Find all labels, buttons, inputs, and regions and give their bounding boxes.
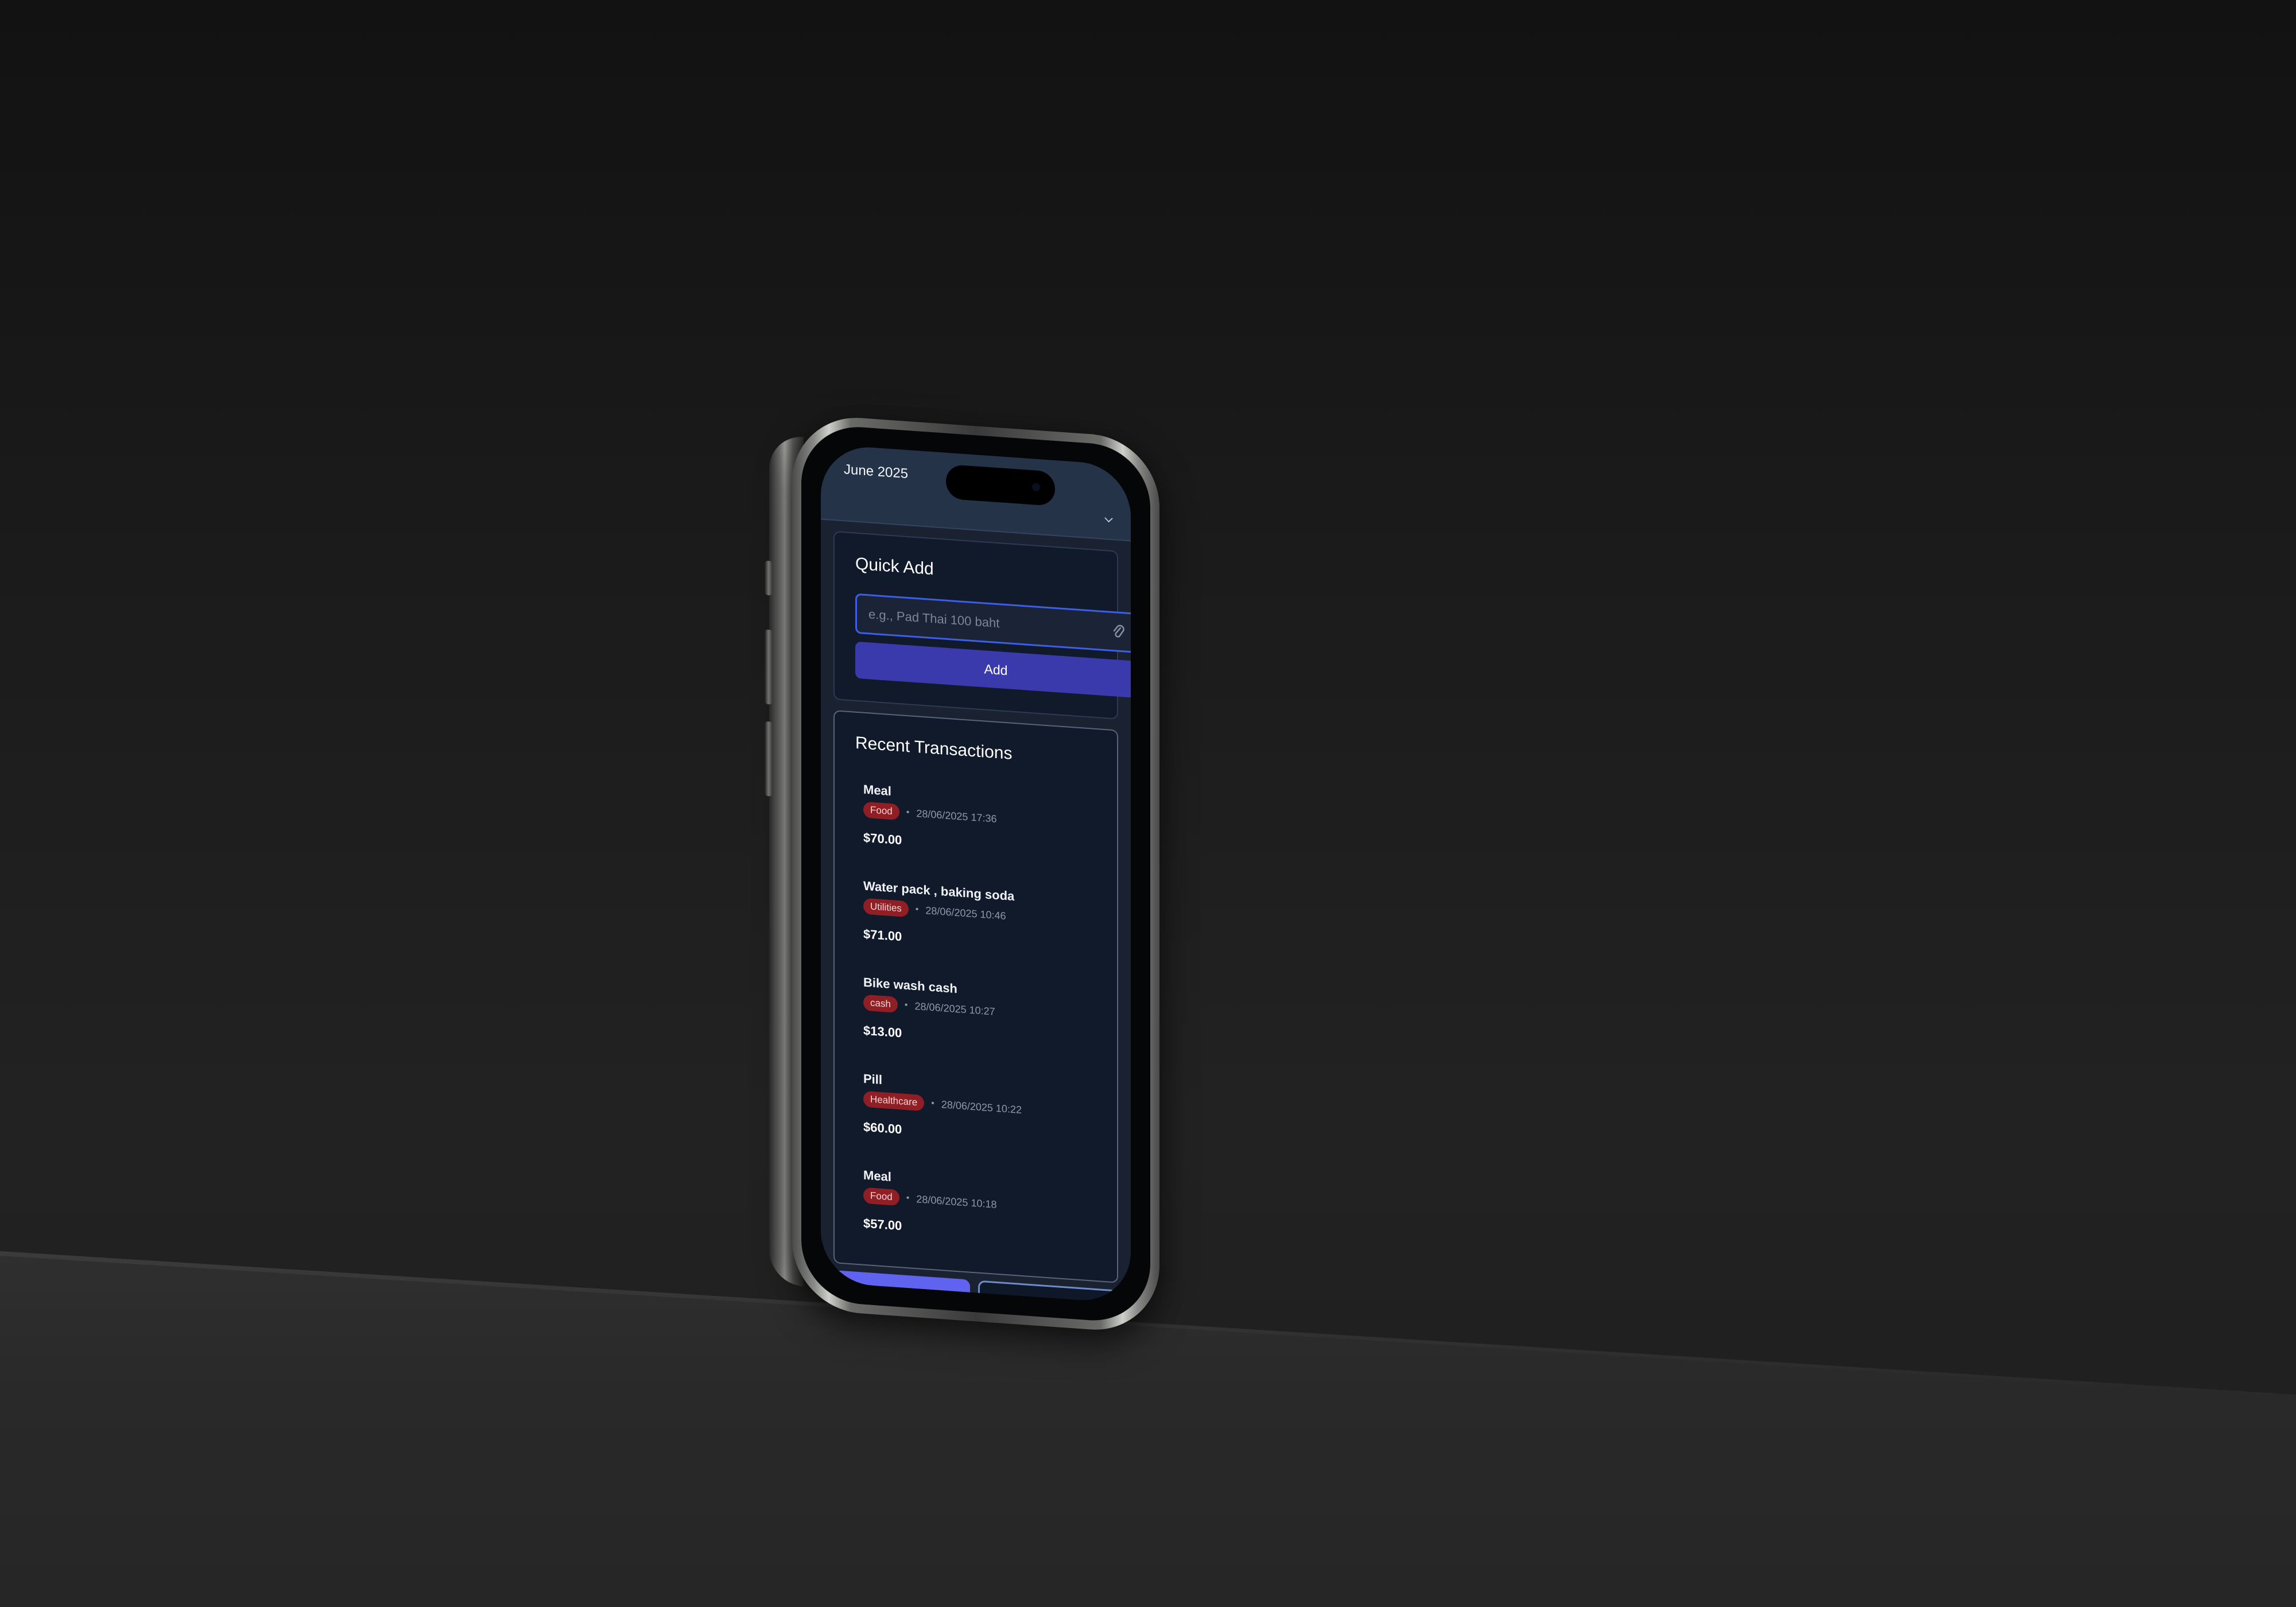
transaction-item[interactable]: Meal Food • 28/06/2025 17:36 $70.00 [863,782,1100,895]
tab-overview[interactable]: Overview [833,1270,970,1304]
transaction-datetime: 28/06/2025 17:36 [916,807,997,825]
phone-bezel: June 2025 Quick Add Add Recent Transacti… [801,423,1150,1325]
add-button[interactable]: Add [855,641,1131,698]
separator-dot: • [904,1000,908,1011]
transaction-datetime: 28/06/2025 10:46 [925,904,1006,922]
separator-dot: • [931,1098,934,1109]
separator-dot: • [915,905,919,915]
category-badge: Food [863,1187,899,1206]
phone-mockup: June 2025 Quick Add Add Recent Transacti… [765,413,1159,1334]
paperclip-icon[interactable] [1111,623,1125,641]
recent-transactions-card: Recent Transactions Meal Food • 28/06/20… [833,710,1118,1283]
transaction-item[interactable]: Water pack , baking soda Utilities • 28/… [863,879,1100,992]
transaction-amount: $13.00 [863,1023,902,1041]
tab-all-transactions[interactable]: All Transactions [978,1280,1118,1304]
volume-down-button [765,721,773,797]
quick-add-title: Quick Add [855,554,934,579]
camera-icon [1032,483,1040,492]
transaction-name: Meal [863,782,891,799]
separator-dot: • [906,807,910,818]
category-badge: Healthcare [863,1090,925,1112]
transaction-amount: $70.00 [863,830,902,848]
transaction-list: Meal Food • 28/06/2025 17:36 $70.00 Wate… [863,782,1100,1281]
transaction-item[interactable]: Meal Food • 28/06/2025 10:18 $57.00 [863,1168,1100,1281]
transaction-item[interactable]: Bike wash cash cash • 28/06/2025 10:27 $… [863,975,1100,1088]
transaction-name: Pill [863,1071,883,1087]
mute-switch [765,560,773,596]
category-badge: Utilities [863,898,909,918]
category-badge: Food [863,801,899,821]
transaction-meta: Food • 28/06/2025 17:36 [863,801,997,827]
transaction-meta: Food • 28/06/2025 10:18 [863,1187,997,1213]
transaction-amount: $71.00 [863,926,902,944]
recent-transactions-title: Recent Transactions [855,733,1013,763]
transaction-name: Meal [863,1167,891,1185]
transaction-meta: Healthcare • 28/06/2025 10:22 [863,1090,1022,1118]
category-badge: cash [863,994,898,1013]
separator-dot: • [906,1193,910,1204]
transaction-amount: $60.00 [863,1119,902,1137]
month-label: June 2025 [844,461,909,482]
transaction-datetime: 28/06/2025 10:27 [914,1000,995,1018]
transaction-datetime: 28/06/2025 10:22 [941,1098,1022,1116]
quick-add-card: Quick Add Add [833,531,1131,720]
transaction-item[interactable]: Pill Healthcare • 28/06/2025 10:22 $60.0… [863,1072,1100,1185]
app-screen: June 2025 Quick Add Add Recent Transacti… [821,444,1131,1304]
chevron-down-icon[interactable] [1104,514,1113,523]
transaction-meta: cash • 28/06/2025 10:27 [863,994,995,1020]
transaction-datetime: 28/06/2025 10:18 [916,1193,997,1210]
transaction-amount: $57.00 [863,1216,902,1233]
volume-up-button [765,629,773,705]
